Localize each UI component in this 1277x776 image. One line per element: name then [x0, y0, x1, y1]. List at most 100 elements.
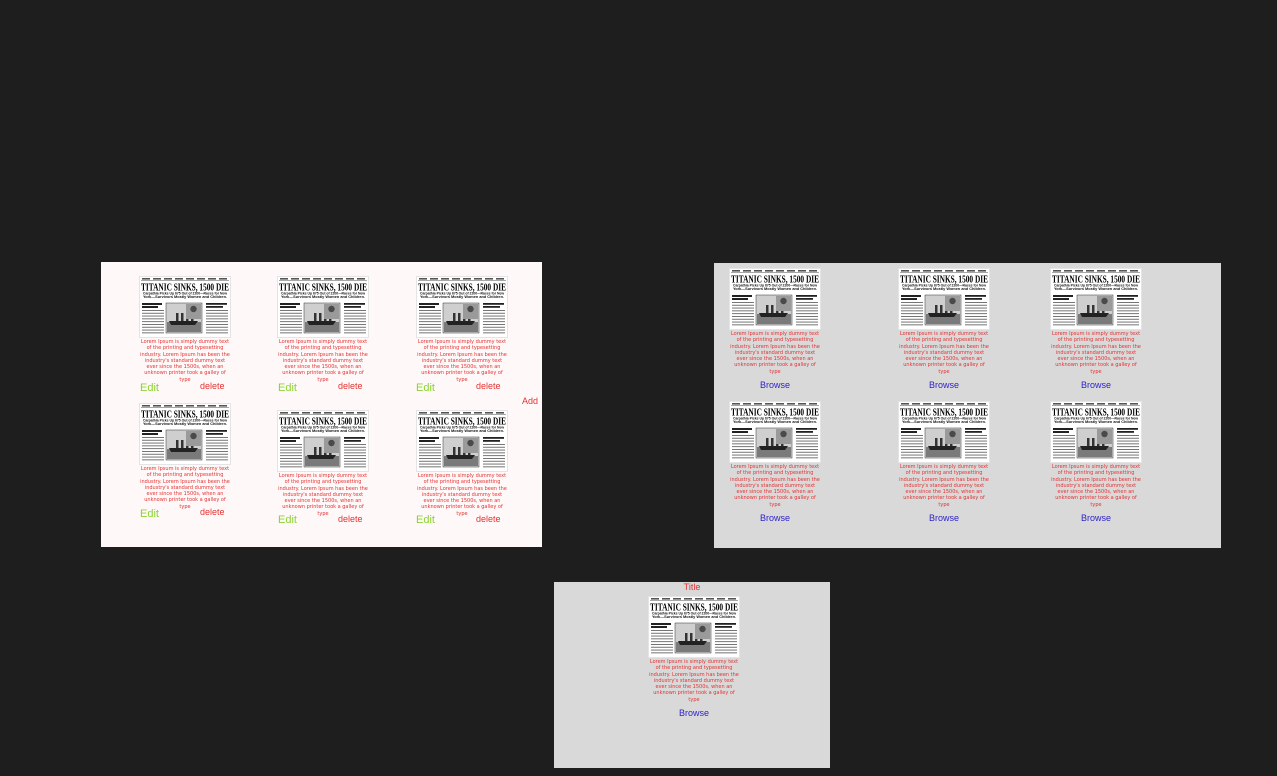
newspaper-thumbnail: TITANIC SINKS, 1500 DIE Carpathia Picks U… — [277, 410, 369, 472]
masthead-strip — [901, 403, 986, 405]
detail-title: Title — [683, 582, 701, 592]
column-left — [142, 303, 164, 334]
browse-card: TITANIC SINKS, 1500 DIE Carpathia Picks U… — [898, 401, 990, 523]
newspaper-thumbnail: TITANIC SINKS, 1500 DIE Carpathia Picks U… — [139, 276, 231, 338]
browse-button[interactable]: Browse — [898, 380, 990, 390]
subheadline-text: York—Survivors Mostly Women and Children… — [652, 615, 736, 619]
masthead-strip — [1053, 403, 1138, 405]
masthead-strip — [1053, 270, 1138, 272]
delete-button[interactable]: delete — [200, 507, 225, 517]
browse-card: TITANIC SINKS, 1500 DIE Carpathia Picks U… — [729, 268, 821, 390]
ship-photo — [442, 436, 480, 468]
column-right — [1117, 428, 1139, 459]
browse-panel: TITANIC SINKS, 1500 DIE Carpathia Picks U… — [714, 263, 1221, 548]
admin-panel: TITANIC SINKS, 1500 DIE Carpathia Picks U… — [101, 262, 542, 547]
newspaper-thumbnail: TITANIC SINKS, 1500 DIE Carpathia Picks U… — [139, 403, 231, 465]
ship-photo — [1076, 294, 1114, 326]
card-description: Lorem Ipsum is simply dummy text of the … — [417, 473, 507, 517]
column-left — [419, 303, 441, 334]
subheadline-text: York—Survivors Mostly Women and Children… — [143, 422, 227, 426]
column-left — [651, 623, 673, 654]
card-description: Lorem Ipsum is simply dummy text of the … — [649, 659, 739, 703]
edit-button[interactable]: Edit — [140, 382, 159, 394]
newspaper-thumbnail: TITANIC SINKS, 1500 DIE Carpathia Picks U… — [729, 401, 821, 463]
browse-button[interactable]: Browse — [1050, 513, 1142, 523]
detail-panel: Title TITANIC SINKS, 1500 DIE Carpathia P… — [554, 582, 830, 768]
card-description: Lorem Ipsum is simply dummy text of the … — [140, 466, 230, 510]
masthead-strip — [419, 278, 504, 280]
subheadline-text: York—Survivors Mostly Women and Children… — [733, 287, 817, 291]
subheadline-text: York—Survivors Mostly Women and Children… — [1054, 287, 1138, 291]
edit-button[interactable]: Edit — [278, 514, 297, 526]
column-right — [206, 303, 228, 334]
delete-button[interactable]: delete — [200, 381, 225, 391]
column-left — [901, 295, 923, 326]
column-right — [796, 295, 818, 326]
edit-button[interactable]: Edit — [416, 382, 435, 394]
newspaper-thumbnail: TITANIC SINKS, 1500 DIE Carpathia Picks U… — [416, 410, 508, 472]
masthead-strip — [419, 412, 504, 414]
admin-card: TITANIC SINKS, 1500 DIE Carpathia Picks U… — [416, 410, 508, 517]
browse-card: TITANIC SINKS, 1500 DIE Carpathia Picks U… — [1050, 401, 1142, 523]
masthead-strip — [901, 270, 986, 272]
detail-card: TITANIC SINKS, 1500 DIE Carpathia Picks U… — [648, 596, 740, 718]
browse-card: TITANIC SINKS, 1500 DIE Carpathia Picks U… — [729, 401, 821, 523]
masthead-strip — [732, 270, 817, 272]
column-left — [280, 437, 302, 468]
card-description: Lorem Ipsum is simply dummy text of the … — [899, 331, 989, 375]
delete-button[interactable]: delete — [338, 514, 363, 524]
card-description: Lorem Ipsum is simply dummy text of the … — [278, 473, 368, 517]
browse-button[interactable]: Browse — [898, 513, 990, 523]
column-left — [419, 437, 441, 468]
ship-photo — [303, 302, 341, 334]
ship-photo — [165, 429, 203, 461]
admin-card: TITANIC SINKS, 1500 DIE Carpathia Picks U… — [416, 276, 508, 383]
column-right — [483, 303, 505, 334]
browse-button[interactable]: Browse — [729, 380, 821, 390]
subheadline-text: York—Survivors Mostly Women and Children… — [420, 295, 504, 299]
card-description: Lorem Ipsum is simply dummy text of the … — [417, 339, 507, 383]
masthead-strip — [142, 405, 227, 407]
column-right — [1117, 295, 1139, 326]
browse-button[interactable]: Browse — [648, 708, 740, 718]
browse-button[interactable]: Browse — [729, 513, 821, 523]
card-description: Lorem Ipsum is simply dummy text of the … — [140, 339, 230, 383]
browse-button[interactable]: Browse — [1050, 380, 1142, 390]
delete-button[interactable]: delete — [476, 381, 501, 391]
column-left — [732, 295, 754, 326]
newspaper-thumbnail: TITANIC SINKS, 1500 DIE Carpathia Picks U… — [898, 401, 990, 463]
subheadline-text: York—Survivors Mostly Women and Children… — [420, 429, 504, 433]
ship-photo — [442, 302, 480, 334]
delete-button[interactable]: delete — [476, 514, 501, 524]
add-button[interactable]: Add — [522, 396, 538, 406]
edit-button[interactable]: Edit — [278, 382, 297, 394]
column-right — [344, 437, 366, 468]
admin-card: TITANIC SINKS, 1500 DIE Carpathia Picks U… — [277, 276, 369, 383]
newspaper-thumbnail: TITANIC SINKS, 1500 DIE Carpathia Picks U… — [898, 268, 990, 330]
browse-card: TITANIC SINKS, 1500 DIE Carpathia Picks U… — [898, 268, 990, 390]
masthead-strip — [280, 278, 365, 280]
column-right — [483, 437, 505, 468]
subheadline-text: York—Survivors Mostly Women and Children… — [902, 287, 986, 291]
card-description: Lorem Ipsum is simply dummy text of the … — [1051, 464, 1141, 508]
subheadline-text: York—Survivors Mostly Women and Children… — [902, 420, 986, 424]
ship-photo — [924, 294, 962, 326]
ship-photo — [303, 436, 341, 468]
subheadline-text: York—Survivors Mostly Women and Children… — [281, 429, 365, 433]
browse-card: TITANIC SINKS, 1500 DIE Carpathia Picks U… — [1050, 268, 1142, 390]
column-left — [1053, 295, 1075, 326]
newspaper-thumbnail: TITANIC SINKS, 1500 DIE Carpathia Picks U… — [416, 276, 508, 338]
column-left — [732, 428, 754, 459]
subheadline-text: York—Survivors Mostly Women and Children… — [143, 295, 227, 299]
admin-card: TITANIC SINKS, 1500 DIE Carpathia Picks U… — [139, 276, 231, 383]
edit-button[interactable]: Edit — [416, 514, 435, 526]
delete-button[interactable]: delete — [338, 381, 363, 391]
edit-button[interactable]: Edit — [140, 508, 159, 520]
subheadline-text: York—Survivors Mostly Women and Children… — [733, 420, 817, 424]
ship-photo — [1076, 427, 1114, 459]
admin-card: TITANIC SINKS, 1500 DIE Carpathia Picks U… — [139, 403, 231, 510]
ship-photo — [755, 427, 793, 459]
card-description: Lorem Ipsum is simply dummy text of the … — [1051, 331, 1141, 375]
subheadline-text: York—Survivors Mostly Women and Children… — [1054, 420, 1138, 424]
masthead-strip — [280, 412, 365, 414]
